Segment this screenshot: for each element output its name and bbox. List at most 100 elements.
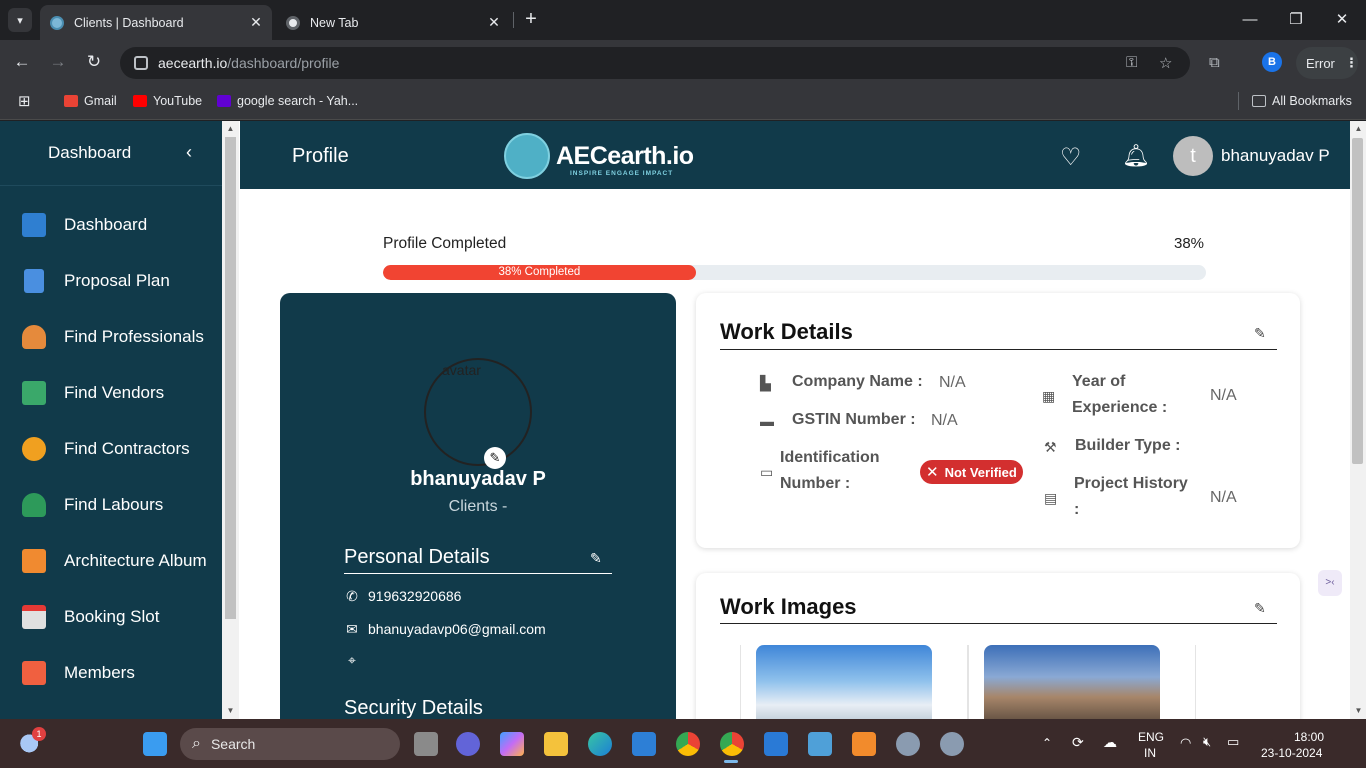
phone-row: ✆ 919632920686 bbox=[344, 586, 461, 606]
sidebar-item-members[interactable]: Members bbox=[0, 651, 222, 695]
minimize-icon[interactable]: — bbox=[1230, 8, 1270, 32]
edge-icon[interactable] bbox=[588, 732, 612, 756]
id-card-icon: ▭ bbox=[760, 464, 774, 480]
sidebar-scroll-thumb[interactable] bbox=[225, 137, 236, 619]
bookmarks-divider bbox=[1238, 92, 1239, 110]
location-row: ⌖ bbox=[344, 650, 368, 670]
close-tab-icon[interactable]: ✕ bbox=[482, 14, 506, 31]
sidebar-item-label: Members bbox=[64, 663, 135, 682]
close-tab-icon[interactable]: ✕ bbox=[244, 14, 268, 31]
xampp-icon[interactable] bbox=[852, 732, 876, 756]
store-app-icon[interactable] bbox=[632, 732, 656, 756]
chrome-icon[interactable] bbox=[676, 732, 700, 756]
personal-details-title: Personal Details bbox=[344, 546, 490, 568]
windows-start-icon[interactable] bbox=[143, 732, 167, 756]
task-view-icon[interactable] bbox=[414, 732, 438, 756]
profile-completed-percent: 38% bbox=[1174, 235, 1205, 252]
file-explorer-icon[interactable] bbox=[544, 732, 568, 756]
builder-tools-icon: ⚒ bbox=[1044, 439, 1057, 455]
address-bar[interactable]: aecearth.io/dashboard/profile bbox=[120, 47, 1190, 79]
browser-profile-avatar[interactable]: B bbox=[1262, 52, 1282, 72]
clock-date[interactable]: 23-10-2024 bbox=[1261, 746, 1322, 760]
sidebar-item-architecture-album[interactable]: Architecture Album bbox=[0, 539, 222, 583]
not-verified-badge: ✕ Not Verified bbox=[920, 460, 1023, 484]
restore-icon[interactable]: ❐ bbox=[1276, 8, 1316, 32]
clock-time[interactable]: 18:00 bbox=[1294, 730, 1324, 744]
language-line2[interactable]: IN bbox=[1144, 746, 1156, 760]
sidebar-item-find-labours[interactable]: Find Labours bbox=[0, 483, 222, 527]
edit-work-details-icon[interactable]: ✎ bbox=[1254, 325, 1266, 342]
back-icon[interactable]: ← bbox=[10, 52, 34, 72]
site-info-icon[interactable] bbox=[134, 56, 148, 70]
copilot-icon[interactable] bbox=[500, 732, 524, 756]
all-bookmarks-button[interactable]: All Bookmarks bbox=[1252, 92, 1352, 110]
chrome-profile-icon[interactable] bbox=[720, 732, 744, 756]
password-key-icon[interactable]: ⚿ bbox=[1126, 54, 1137, 71]
user-avatar[interactable]: t bbox=[1173, 136, 1213, 176]
wifi-icon[interactable]: ◠ bbox=[1180, 735, 1191, 751]
gmail-icon bbox=[64, 95, 78, 107]
onedrive-cloud-icon[interactable]: ☁ bbox=[1103, 734, 1117, 751]
settings-gear-icon[interactable] bbox=[896, 732, 920, 756]
header-username[interactable]: bhanuyadav P bbox=[1221, 146, 1330, 166]
volume-muted-icon[interactable]: 🔇︎ bbox=[1203, 734, 1211, 750]
phone-icon: ✆ bbox=[346, 587, 358, 604]
tab-new-tab[interactable]: New Tab ✕ bbox=[276, 5, 510, 40]
battery-icon[interactable]: ▭ bbox=[1227, 734, 1239, 750]
bookmarks-bar bbox=[0, 84, 1366, 120]
sidebar-item-find-professionals[interactable]: Find Professionals bbox=[0, 315, 222, 359]
taskbar-search[interactable]: ⌕ Search bbox=[180, 728, 400, 760]
collapse-sidebar-icon[interactable]: ‹ bbox=[186, 142, 192, 163]
vscode-icon[interactable] bbox=[764, 732, 788, 756]
professional-icon bbox=[22, 325, 46, 349]
experience-label-line1: Year of bbox=[1072, 373, 1126, 390]
work-image-thumbnail[interactable] bbox=[984, 645, 1160, 725]
sidebar-item-find-vendors[interactable]: Find Vendors bbox=[0, 371, 222, 415]
bookmark-yahoo-search[interactable]: google search - Yah... bbox=[217, 92, 358, 110]
page-scroll-up-icon[interactable]: ▲ bbox=[1350, 122, 1366, 136]
notification-bell-icon[interactable]: 🔔︎ bbox=[1122, 143, 1150, 169]
page-scroll-down-icon[interactable]: ▼ bbox=[1350, 704, 1366, 718]
bookmark-youtube[interactable]: YouTube bbox=[133, 92, 202, 110]
tab-search-menu-icon[interactable]: ▾ bbox=[8, 8, 32, 32]
language-line1[interactable]: ENG bbox=[1138, 730, 1164, 744]
new-tab-icon[interactable]: + bbox=[520, 8, 542, 30]
sidebar-item-find-contractors[interactable]: Find Contractors bbox=[0, 427, 222, 471]
edit-avatar-icon[interactable]: ✎ bbox=[484, 447, 506, 469]
side-panel-toggle-icon[interactable]: >‹ bbox=[1318, 570, 1342, 596]
edit-personal-details-icon[interactable]: ✎ bbox=[590, 550, 602, 567]
sidebar-item-booking-slot[interactable]: Booking Slot bbox=[0, 595, 222, 639]
tab-clients-dashboard[interactable]: Clients | Dashboard ✕ bbox=[40, 5, 272, 40]
settings-gear-icon-2[interactable] bbox=[940, 732, 964, 756]
work-image-thumbnail[interactable] bbox=[756, 645, 932, 725]
close-window-icon[interactable]: ✕ bbox=[1322, 8, 1362, 32]
sidebar-divider bbox=[0, 185, 222, 186]
sidebar-item-label: Booking Slot bbox=[64, 607, 160, 626]
extensions-icon[interactable]: ⧉ bbox=[1209, 54, 1220, 71]
meet-icon[interactable] bbox=[456, 732, 480, 756]
sidebar-item-dashboard[interactable]: Dashboard bbox=[0, 203, 222, 247]
reload-icon[interactable]: ↻ bbox=[82, 52, 106, 72]
more-menu-icon[interactable]: ⋮ bbox=[1345, 55, 1358, 71]
page-scroll-thumb[interactable] bbox=[1352, 138, 1363, 464]
forward-icon[interactable]: → bbox=[46, 52, 70, 72]
work-details-divider bbox=[720, 349, 1277, 350]
sidebar-item-proposal-plan[interactable]: Proposal Plan bbox=[0, 259, 222, 303]
bookmark-star-icon[interactable]: ☆ bbox=[1159, 54, 1172, 72]
company-name-label: Company Name : bbox=[792, 373, 923, 390]
scroll-up-icon[interactable]: ▲ bbox=[222, 122, 239, 136]
scroll-down-icon[interactable]: ▼ bbox=[222, 704, 239, 718]
bookmark-gmail[interactable]: Gmail bbox=[64, 92, 117, 110]
sync-icon[interactable]: ⟳ bbox=[1072, 734, 1084, 751]
favorites-heart-icon[interactable]: ♡ bbox=[1060, 143, 1082, 172]
apps-grid-icon[interactable]: ⊞ bbox=[18, 92, 31, 110]
edit-work-images-icon[interactable]: ✎ bbox=[1254, 600, 1266, 617]
error-button[interactable]: Error ⋮ bbox=[1296, 47, 1358, 79]
sidebar-title: Dashboard bbox=[48, 143, 132, 162]
location-pin-icon: ⌖ bbox=[348, 651, 356, 668]
sidebar-item-label: Architecture Album bbox=[64, 551, 207, 570]
brand-logo-text[interactable]: AECearth.io bbox=[556, 142, 694, 171]
notepad-icon[interactable] bbox=[808, 732, 832, 756]
work-images-title: Work Images bbox=[720, 594, 857, 619]
tray-overflow-icon[interactable]: ⌃ bbox=[1042, 736, 1052, 750]
